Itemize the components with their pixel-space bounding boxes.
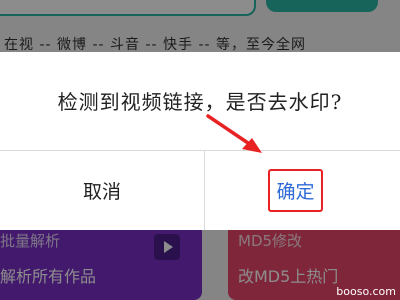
cancel-button[interactable]: 取消 xyxy=(0,151,204,230)
cancel-label: 取消 xyxy=(82,181,121,203)
site-watermark: booso.com xyxy=(336,285,396,298)
confirm-button[interactable]: 确定 xyxy=(205,151,400,230)
dialog-message: 检测到视频链接，是否去水印? xyxy=(57,90,343,114)
confirm-label: 确定 xyxy=(268,169,323,212)
confirm-dialog: 检测到视频链接，是否去水印? 取消 确定 xyxy=(0,52,400,230)
